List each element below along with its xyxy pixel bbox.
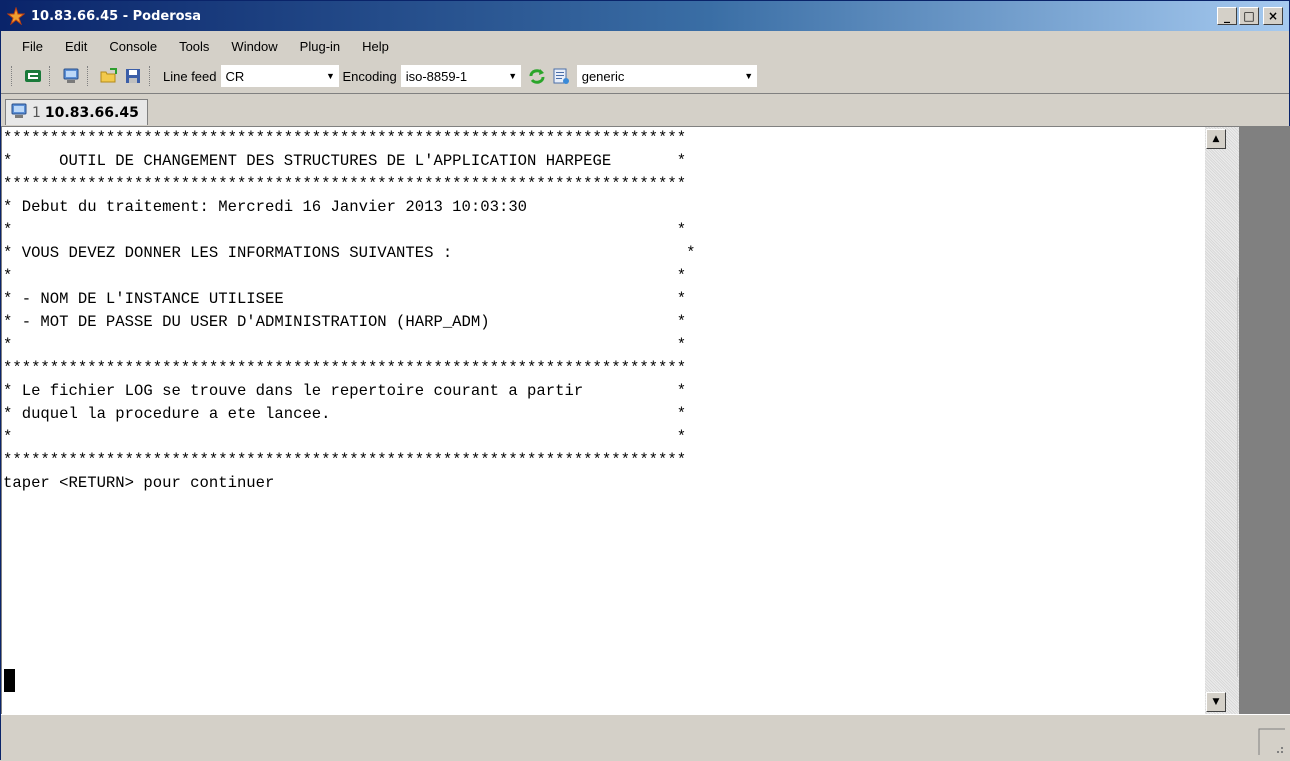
menu-console[interactable]: Console: [98, 39, 168, 54]
line-feed-label: Line feed: [163, 68, 217, 84]
terminal-line: ****************************************…: [3, 175, 687, 193]
terminal-line: * OUTIL DE CHANGEMENT DES STRUCTURES DE …: [3, 152, 687, 170]
menu-bar: File Edit Console Tools Window Plug-in H…: [1, 31, 1289, 61]
scroll-up-button[interactable]: ▲: [1206, 129, 1226, 149]
chevron-up-icon: ▲: [1212, 134, 1220, 144]
terminal-line: * duquel la procedure a ete lancee. *: [3, 405, 687, 423]
shell-icon[interactable]: [61, 66, 81, 86]
chevron-down-icon: ▼: [326, 71, 335, 81]
terminal-line: * *: [3, 428, 687, 446]
maximize-icon: □: [1243, 9, 1255, 23]
encoding-value: iso-8859-1: [405, 68, 468, 84]
tab-number: 1: [32, 104, 41, 121]
menu-file[interactable]: File: [11, 39, 54, 54]
terminal-settings-icon[interactable]: [551, 66, 571, 86]
toolbar-grip[interactable]: [11, 66, 15, 86]
tab-bar: 1 10.83.66.45: [1, 93, 1289, 127]
open-folder-icon[interactable]: [99, 66, 119, 86]
chevron-down-icon: ▼: [744, 71, 754, 81]
terminal-type-select[interactable]: generic ▼: [576, 65, 757, 87]
terminal-line: * Debut du traitement: Mercredi 16 Janvi…: [3, 198, 528, 216]
shell-icon: [10, 102, 28, 124]
minimize-icon: _: [1224, 9, 1230, 23]
terminal-line: * *: [3, 221, 687, 239]
app-window: 10.83.66.45 - Poderosa _ □ × File Edit C…: [0, 0, 1290, 761]
scrollbar-track: [1237, 277, 1238, 677]
toolbar-grip[interactable]: [87, 66, 91, 86]
resize-grip-icon[interactable]: [1247, 717, 1287, 757]
menu-tools[interactable]: Tools: [168, 39, 220, 54]
close-icon: ×: [1267, 9, 1279, 23]
line-feed-select[interactable]: CR ▼: [220, 65, 339, 87]
terminal-line: * *: [3, 267, 687, 285]
status-bar: [1, 714, 1290, 761]
terminal-line: taper <RETURN> pour continuer: [3, 474, 275, 492]
tab-host: 10.83.66.45: [44, 104, 139, 121]
window-title: 10.83.66.45 - Poderosa: [31, 8, 202, 24]
terminal-type-value: generic: [581, 68, 625, 84]
menu-plugin[interactable]: Plug-in: [289, 39, 351, 54]
menu-edit[interactable]: Edit: [54, 39, 98, 54]
encoding-select[interactable]: iso-8859-1 ▼: [400, 65, 521, 87]
terminal-line: ****************************************…: [3, 129, 687, 147]
menu-help[interactable]: Help: [351, 39, 400, 54]
terminal-line: * *: [3, 336, 687, 354]
menu-window[interactable]: Window: [220, 39, 288, 54]
toolbar: Line feed CR ▼ Encoding iso-8859-1 ▼ gen…: [1, 61, 1289, 91]
scroll-down-button[interactable]: ▼: [1206, 692, 1226, 712]
terminal-screen[interactable]: ****************************************…: [2, 127, 1205, 714]
minimize-button[interactable]: _: [1217, 7, 1237, 25]
maximize-button[interactable]: □: [1239, 7, 1259, 25]
line-feed-value: CR: [225, 68, 245, 84]
terminal-line: * Le fichier LOG se trouve dans le reper…: [3, 382, 687, 400]
new-connection-icon[interactable]: [23, 66, 43, 86]
terminal-line: * - MOT DE PASSE DU USER D'ADMINISTRATIO…: [3, 313, 687, 331]
title-bar[interactable]: 10.83.66.45 - Poderosa _ □ ×: [1, 1, 1289, 31]
toolbar-grip[interactable]: [149, 66, 153, 86]
encoding-label: Encoding: [342, 68, 397, 84]
poderosa-icon: [6, 6, 26, 26]
tab-session-1[interactable]: 1 10.83.66.45: [5, 99, 148, 125]
toolbar-grip[interactable]: [49, 66, 53, 86]
chevron-down-icon: ▼: [1212, 697, 1220, 707]
vertical-scrollbar[interactable]: ▲ ▼: [1205, 127, 1239, 714]
save-icon[interactable]: [123, 66, 143, 86]
close-button[interactable]: ×: [1263, 7, 1283, 25]
terminal-line: * VOUS DEVEZ DONNER LES INFORMATIONS SUI…: [3, 244, 696, 262]
terminal-cursor: [4, 669, 15, 692]
terminal-line: ****************************************…: [3, 359, 687, 377]
terminal-line: * - NOM DE L'INSTANCE UTILISEE *: [3, 290, 687, 308]
chevron-down-icon: ▼: [508, 71, 518, 81]
terminal-line: ****************************************…: [3, 451, 687, 469]
terminal-side-gutter: [1239, 127, 1290, 714]
reload-icon[interactable]: [527, 66, 547, 86]
